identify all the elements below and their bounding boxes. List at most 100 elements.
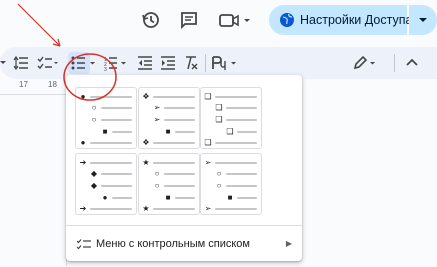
bullet-glyph: ○ [216, 169, 222, 178]
bullet-placeholder-line [112, 131, 132, 133]
bullet-preset-row: ○ [201, 168, 261, 180]
bullet-glyph: ◆ [90, 181, 98, 190]
toolbar-divider [394, 54, 395, 72]
bullet-placeholder-line [153, 142, 195, 144]
decrease-indent-icon[interactable] [137, 55, 153, 71]
bullet-placeholder-line [101, 185, 132, 187]
numbered-list-icon[interactable]: 123 [104, 55, 130, 71]
bullet-placeholder-line [215, 208, 257, 210]
bullet-preset-5[interactable]: ★ ○ ○ ■ ★ [138, 153, 200, 215]
ruler[interactable]: 17 18 [0, 80, 70, 92]
globe-icon [279, 12, 295, 28]
share-button[interactable]: Настройки Доступа [269, 5, 412, 35]
bullet-glyph: ➔ [79, 204, 87, 213]
bullet-placeholder-line [215, 142, 257, 144]
bullet-preset-1[interactable]: ● ○ ○ ■ ● [75, 87, 137, 149]
bullet-glyph: ● [80, 138, 86, 147]
bullet-glyph: ○ [91, 103, 97, 112]
line-spacing-icon[interactable] [13, 55, 29, 71]
bullet-preset-row: ❑ [201, 137, 261, 149]
bullet-glyph: ○ [154, 181, 160, 190]
top-bar: Настройки Доступа [0, 0, 437, 44]
checklist-icon [77, 239, 91, 250]
bullet-glyph: ○ [216, 181, 222, 190]
bulleted-list-icon[interactable] [71, 55, 97, 71]
bullet-placeholder-line [175, 197, 195, 199]
bullet-glyph: ◆ [90, 169, 98, 178]
bullet-glyph: ❑ [215, 115, 223, 124]
bullet-preset-row: ❖ [139, 137, 199, 149]
bullet-preset-row: ○ [139, 180, 199, 192]
bullet-placeholder-line [226, 119, 257, 121]
bullet-placeholder-line [175, 131, 195, 133]
increase-indent-icon[interactable] [160, 55, 176, 71]
bullet-placeholder-line [237, 131, 257, 133]
menu-divider [66, 225, 302, 226]
bullet-preset-row: ❑ [201, 114, 261, 126]
bullet-preset-row: ○ [201, 180, 261, 192]
checklist-menu-label: Меню с контрольным списком [96, 238, 250, 250]
bullet-glyph: ❑ [215, 103, 223, 112]
bullet-placeholder-line [90, 162, 132, 164]
bullet-placeholder-line [215, 162, 257, 164]
pen-icon[interactable] [352, 55, 378, 71]
bullet-placeholder-line [164, 185, 195, 187]
bullet-glyph: ★ [142, 204, 150, 213]
bullet-placeholder-line [90, 142, 132, 144]
bullet-preset-row: ★ [139, 203, 199, 215]
bullet-preset-row: ◆ [76, 168, 136, 180]
bullet-preset-3[interactable]: ❑ ❑ ❑ ❑ ❑ [200, 87, 262, 149]
bullet-glyph: ❑ [204, 138, 212, 147]
bullet-preset-row: ➢ [139, 102, 199, 114]
bullet-placeholder-line [226, 107, 257, 109]
clear-formatting-icon[interactable] [183, 55, 199, 71]
video-call-icon[interactable] [218, 9, 252, 31]
bullet-glyph: ➢ [153, 115, 161, 124]
bullet-preset-2[interactable]: ❖ ➢ ➢ ■ ❖ [138, 87, 200, 149]
share-label: Настройки Доступа [300, 13, 413, 27]
bullet-preset-row: ○ [76, 114, 136, 126]
bullet-placeholder-line [101, 173, 132, 175]
comment-icon[interactable] [178, 9, 200, 31]
ruler-label: 18 [48, 80, 57, 89]
bullet-placeholder-line [153, 96, 195, 98]
bullet-preset-row: ➢ [139, 114, 199, 126]
bullet-placeholder-line [164, 173, 195, 175]
bullet-placeholder-line [226, 173, 257, 175]
bullet-placeholder-line [112, 197, 132, 199]
bullet-preset-row: ● [76, 137, 136, 149]
share-dropdown-button[interactable] [409, 5, 437, 35]
bullet-preset-row: ◆ [76, 180, 136, 192]
chevron-down-icon [419, 18, 427, 22]
bullet-preset-row: ➔ [76, 203, 136, 215]
history-icon[interactable] [140, 9, 162, 31]
bullet-placeholder-line [101, 119, 132, 121]
bullet-placeholder-line [153, 208, 195, 210]
bullet-glyph: ❖ [142, 138, 150, 147]
bullet-placeholder-line [90, 96, 132, 98]
bullet-placeholder-line [164, 119, 195, 121]
toolbar-divider [205, 54, 206, 72]
bullet-placeholder-line [164, 107, 195, 109]
bullet-placeholder-line [101, 107, 132, 109]
svg-text:3: 3 [104, 67, 107, 71]
bullet-preset-row: ➢ [201, 203, 261, 215]
checklist-menu-item[interactable]: Меню с контрольным списком ▶ [66, 231, 302, 257]
collapse-icon[interactable] [405, 56, 419, 70]
bullet-glyph: ○ [154, 169, 160, 178]
ruler-label: 17 [19, 80, 28, 89]
chevron-down-icon[interactable] [0, 59, 8, 67]
bullet-placeholder-line [153, 162, 195, 164]
bullet-placeholder-line [90, 208, 132, 210]
bullet-placeholder-line [237, 197, 257, 199]
checklist-icon[interactable] [37, 55, 59, 71]
bullet-placeholder-line [215, 96, 257, 98]
paint-format-icon[interactable] [211, 55, 239, 71]
bullet-preset-row: ❑ [201, 102, 261, 114]
bullet-preset-6[interactable]: ➢ ○ ○ ■ ➢ [200, 153, 262, 215]
bullet-glyph: ➢ [153, 103, 161, 112]
document-canvas[interactable] [0, 94, 70, 267]
bullet-preset-4[interactable]: ➔ ◆ ◆ ● ➔ [75, 153, 137, 215]
bullet-glyph: ○ [91, 115, 97, 124]
submenu-arrow-icon: ▶ [285, 239, 292, 248]
